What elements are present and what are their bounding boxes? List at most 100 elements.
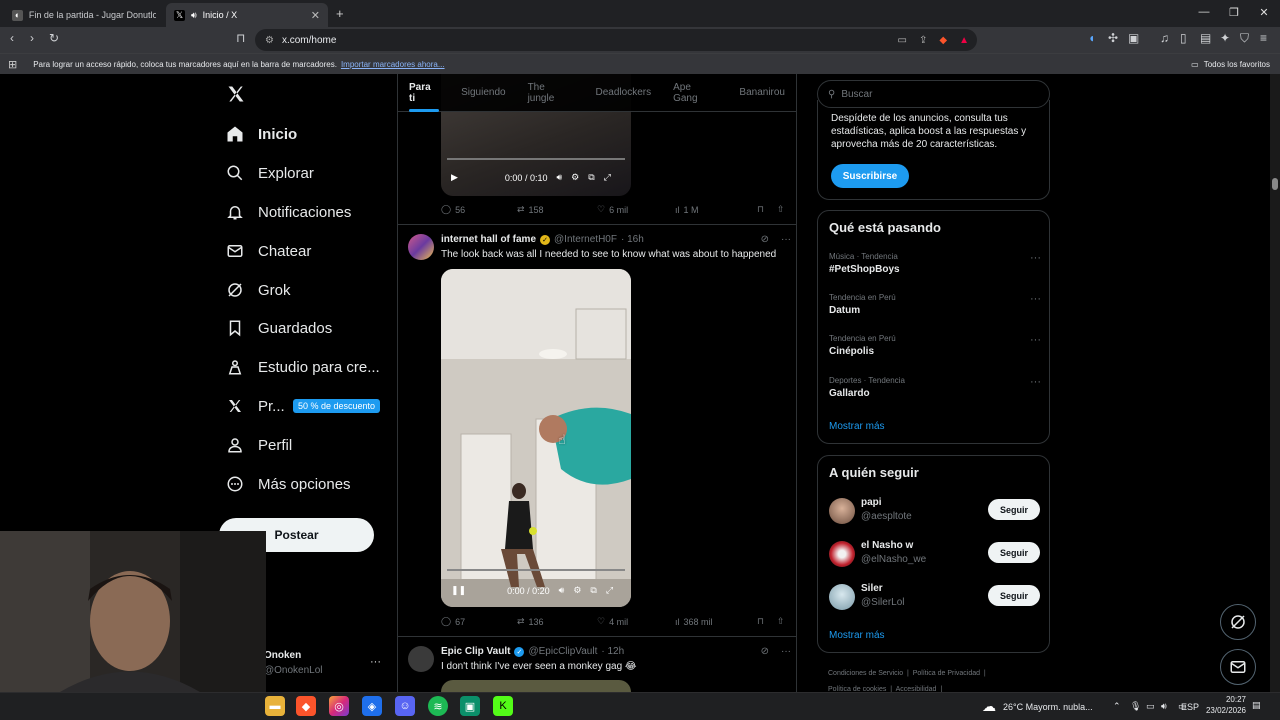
bookmark-button[interactable]: ⊓ — [757, 204, 777, 215]
brave-shields-icon[interactable]: ◆ — [939, 35, 947, 46]
trend-more-icon[interactable]: ··· — [1030, 334, 1041, 346]
sidebar-item-grok[interactable]: Grok — [226, 275, 291, 305]
share-icon[interactable]: ⇪ — [919, 35, 927, 46]
trend-more-icon[interactable]: ··· — [1030, 376, 1041, 388]
footer-link[interactable]: Condiciones de Servicio — [828, 670, 903, 677]
speaker-icon[interactable]: 🔊︎ — [191, 10, 197, 21]
messages-float-button[interactable] — [1220, 649, 1256, 685]
volume-icon[interactable]: 🔊︎ — [559, 585, 565, 596]
close-window-icon[interactable]: ✕ — [1257, 6, 1271, 19]
follow-button[interactable]: Seguir — [988, 499, 1040, 520]
page-scrollbar[interactable] — [1270, 74, 1280, 692]
sidebar-item-perfil[interactable]: Perfil — [226, 430, 292, 460]
post-time[interactable]: · 16h — [621, 234, 644, 245]
follow-button[interactable]: Seguir — [988, 585, 1040, 606]
app-icon[interactable]: ◈ — [362, 696, 382, 716]
account-name[interactable]: Onoken — [264, 650, 301, 661]
subscribe-button[interactable]: Suscribirse — [831, 164, 909, 188]
brave-browser-icon[interactable]: ◆ — [296, 696, 316, 716]
avatar[interactable] — [408, 234, 434, 260]
sidebar-icon[interactable]: ▯ — [1180, 31, 1187, 45]
show-more-trends-link[interactable]: Mostrar más — [829, 421, 885, 432]
footer-link[interactable]: Política de Privacidad — [913, 670, 980, 677]
follow-button[interactable]: Seguir — [988, 542, 1040, 563]
repost-button[interactable]: ⇄ 158 — [517, 204, 597, 215]
post-author-name[interactable]: Epic Clip Vault — [441, 646, 510, 657]
forward-icon[interactable]: › — [30, 31, 34, 45]
site-info-icon[interactable]: ⚙︎ — [265, 35, 274, 46]
sidebar-item-chatear[interactable]: Chatear — [226, 236, 311, 266]
follow-suggestion[interactable]: el Nasho w @elNasho_we Seguir — [829, 539, 1041, 569]
x-logo-icon[interactable] — [226, 84, 248, 106]
spotify-icon[interactable]: ≋ — [428, 696, 448, 716]
file-explorer-icon[interactable]: ▬ — [265, 696, 285, 716]
fullscreen-icon[interactable]: ⤢ — [604, 172, 611, 183]
grok-icon[interactable]: ⊘ — [761, 234, 769, 245]
video-player[interactable]: ❚❚ 0:00 / 0:20 🔊︎ ⚙︎ ⧉ ⤢ — [441, 269, 631, 607]
network-icon[interactable]: ▭ — [1146, 701, 1155, 712]
wallet-icon[interactable]: ▤ — [1200, 31, 1211, 45]
follow-suggestion[interactable]: papi @aespltote Seguir — [829, 496, 1041, 526]
reply-button[interactable]: ◯ 56 — [441, 204, 517, 215]
share-button[interactable]: ⇧ — [777, 204, 785, 215]
tab-deadlockers[interactable]: Deadlockers — [585, 74, 663, 112]
mic-icon[interactable]: 🎙︎ — [1130, 701, 1141, 712]
trend-item[interactable]: Tendencia en Perú Datum ··· — [829, 293, 1041, 316]
grok-icon[interactable]: ⊘ — [761, 646, 769, 657]
close-tab-icon[interactable]: ✕ — [311, 9, 320, 22]
extensions-icon[interactable]: ✣ — [1108, 31, 1118, 45]
video-player[interactable] — [441, 680, 631, 692]
kick-icon[interactable]: K — [493, 696, 513, 716]
post-time[interactable]: · 12h — [601, 646, 624, 657]
post-more-icon[interactable]: ··· — [781, 234, 791, 245]
tab-game[interactable]: ◐ Fin de la partida - Jugar Donutlord12 — [4, 3, 164, 27]
sidebar-item-guardados[interactable]: Guardados — [226, 313, 332, 343]
post-author-handle[interactable]: @InternetH0F — [554, 234, 617, 245]
sidebar-item-mas-opciones[interactable]: Más opciones — [226, 469, 351, 499]
views-button[interactable]: ıl 1 M — [675, 205, 757, 215]
leo-ai-icon[interactable]: ✦ — [1220, 31, 1230, 45]
minimize-icon[interactable]: — — [1197, 6, 1211, 18]
avatar[interactable] — [408, 646, 434, 672]
tray-expand-icon[interactable]: ⌃ — [1113, 701, 1121, 712]
video-progress-bar[interactable] — [447, 158, 625, 160]
sidebar-item-inicio[interactable]: Inicio — [226, 119, 297, 149]
post-author-handle[interactable]: @EpicClipVault — [528, 646, 597, 657]
tab-siguiendo[interactable]: Siguiendo — [450, 74, 516, 112]
video-progress-bar[interactable] — [447, 569, 625, 571]
discord-icon[interactable]: ☺ — [395, 696, 415, 716]
bookmark-button[interactable]: ⊓ — [757, 616, 777, 627]
all-favorites-button[interactable]: ▭ Todos los favoritos — [1191, 60, 1270, 69]
clock[interactable]: 20:27 23/02/2026 — [1202, 694, 1246, 716]
pip-icon[interactable]: ⧉ — [588, 172, 594, 183]
vpn-icon[interactable]: ⛉ — [1240, 31, 1249, 46]
volume-icon[interactable]: 🔊︎ — [1161, 701, 1167, 712]
tab-para-ti[interactable]: Para ti — [398, 74, 450, 112]
audio-icon[interactable]: ◖ — [1088, 31, 1095, 45]
music-icon[interactable]: ♫ — [1160, 31, 1169, 45]
language-indicator[interactable]: ESP — [1181, 702, 1199, 712]
share-button[interactable]: ⇧ — [777, 616, 785, 627]
trend-item[interactable]: Tendencia en Perú Cinépolis ··· — [829, 334, 1041, 357]
app-icon[interactable]: ▣ — [460, 696, 480, 716]
apps-grid-icon[interactable]: ⊞ — [8, 58, 17, 71]
tab-ape-gang[interactable]: Ape Gang — [662, 74, 728, 112]
import-bookmarks-link[interactable]: Importar marcadores ahora... — [341, 60, 445, 69]
address-bar[interactable]: ⚙︎ x.com/home ▭ ⇪ ◆ ▲ — [255, 29, 977, 51]
play-icon[interactable]: ▶ — [451, 172, 458, 183]
new-tab-button[interactable]: + — [336, 6, 344, 21]
trend-item[interactable]: Deportes · Tendencia Gallardo ··· — [829, 376, 1041, 399]
pause-icon[interactable]: ❚❚ — [451, 585, 466, 596]
cast-icon[interactable]: ▭ — [898, 35, 907, 46]
tab-bananirou[interactable]: Bananirou — [728, 74, 796, 112]
post-author-name[interactable]: internet hall of fame — [441, 234, 536, 245]
trend-more-icon[interactable]: ··· — [1030, 293, 1041, 305]
settings-icon[interactable]: ⚙︎ — [573, 585, 581, 596]
tab-search-icon[interactable]: ▣ — [1128, 31, 1139, 45]
weather-text[interactable]: 26°C Mayorm. nubla... — [1003, 702, 1093, 712]
follow-suggestion[interactable]: Siler @SilerLol Seguir — [829, 582, 1041, 612]
reload-icon[interactable]: ↻ — [49, 31, 59, 45]
sidebar-item-estudio[interactable]: Estudio para cre... — [226, 352, 380, 382]
like-button[interactable]: ♡ 6 mil — [597, 204, 675, 215]
like-button[interactable]: ♡ 4 mil — [597, 616, 675, 627]
